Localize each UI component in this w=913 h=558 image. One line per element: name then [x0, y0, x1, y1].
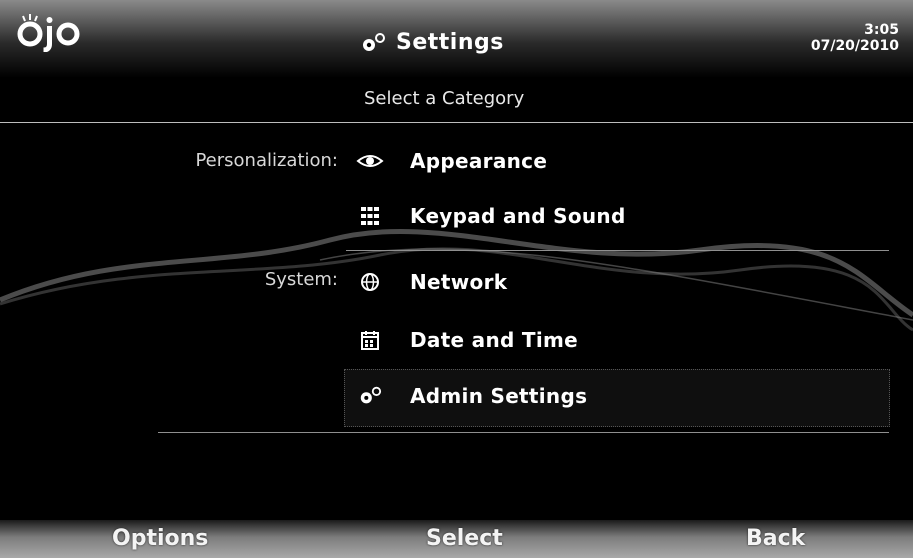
- settings-screen: ojo Settings 3:05 07/20/2010 Select a Ca…: [0, 0, 913, 558]
- softkey-bar: Options Select Back: [0, 520, 913, 558]
- header-divider: [0, 122, 913, 123]
- menu-item-label: Date and Time: [410, 328, 579, 352]
- back-softkey[interactable]: Back: [746, 526, 805, 551]
- menu-item-appearance[interactable]: Appearance: [356, 143, 547, 179]
- ojo-logo: ojo: [14, 12, 80, 52]
- category-subtitle: Select a Category: [364, 88, 525, 109]
- eye-icon: [356, 149, 384, 173]
- date-text: 07/20/2010: [810, 38, 899, 54]
- select-softkey[interactable]: Select: [426, 526, 503, 551]
- list-bottom-divider: [158, 432, 889, 433]
- options-softkey[interactable]: Options: [112, 526, 208, 551]
- menu-item-label: Appearance: [410, 149, 548, 173]
- personalization-label: Personalization:: [195, 150, 338, 171]
- header-bar: ojo Settings 3:05 07/20/2010: [0, 0, 913, 78]
- gears-icon: [363, 32, 385, 51]
- keypad-icon: [356, 204, 384, 228]
- gears-icon: [356, 384, 384, 408]
- menu-item-date-and-time[interactable]: Date and Time: [356, 322, 578, 358]
- menu-item-admin-settings[interactable]: Admin Settings: [356, 378, 587, 414]
- clock: 3:05 07/20/2010: [811, 22, 899, 54]
- menu-item-network[interactable]: Network: [356, 264, 507, 300]
- calendar-icon: [356, 328, 384, 352]
- menu-item-label: Admin Settings: [410, 384, 588, 408]
- globe-icon: [356, 270, 384, 294]
- svg-text:ojo: ojo: [14, 12, 16, 13]
- system-label: System:: [264, 269, 338, 290]
- page-title: Settings: [396, 30, 504, 55]
- menu-item-label: Keypad and Sound: [410, 204, 626, 228]
- menu-item-label: Network: [410, 270, 508, 294]
- menu-item-keypad-and-sound[interactable]: Keypad and Sound: [356, 198, 626, 234]
- time-text: 3:05: [864, 22, 899, 38]
- page-title-group: Settings: [360, 30, 504, 55]
- section-divider: [346, 250, 889, 251]
